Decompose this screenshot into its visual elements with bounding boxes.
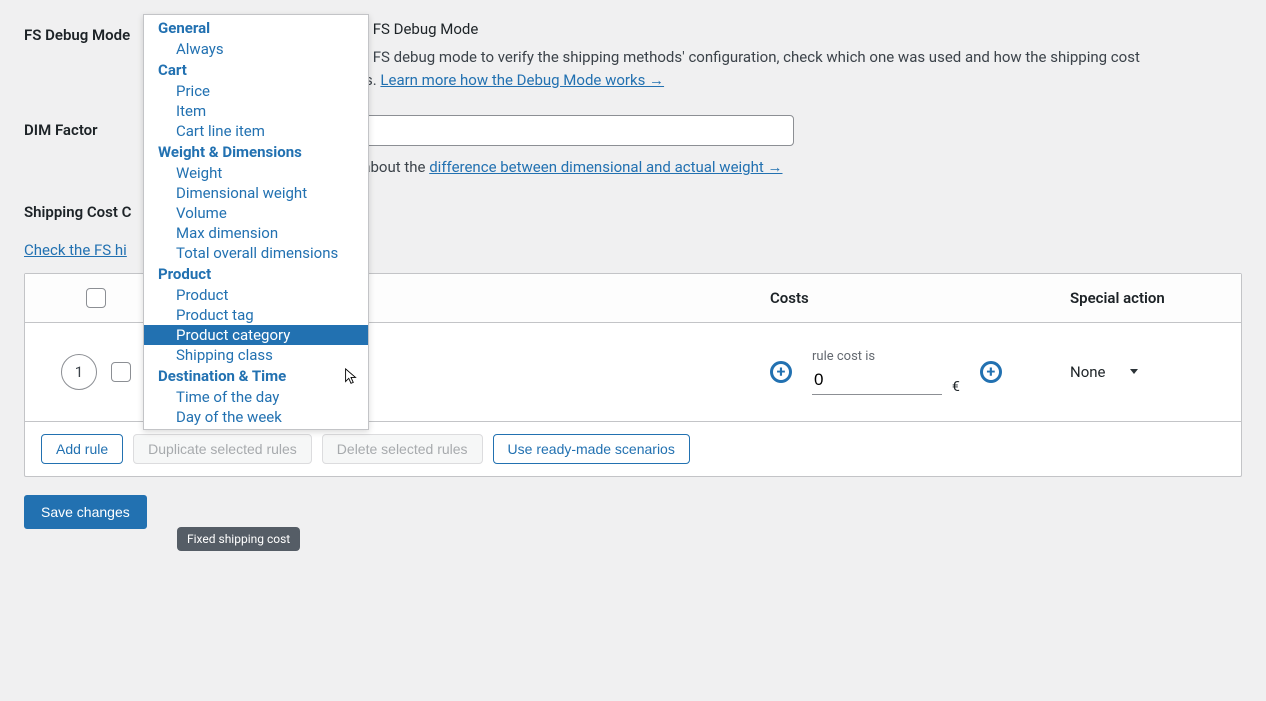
dropdown-group: General — [144, 17, 368, 39]
dim-factor-input[interactable] — [324, 115, 794, 146]
add-rule-button[interactable]: Add rule — [41, 434, 123, 464]
save-changes-button[interactable]: Save changes — [24, 495, 147, 529]
rule-cost-input[interactable] — [812, 366, 942, 395]
fs-debug-help: Enable FS debug mode to verify the shipp… — [324, 46, 1266, 91]
special-action-value: None — [1070, 363, 1106, 381]
dropdown-item[interactable]: Price — [144, 81, 368, 101]
rule-cost-label: rule cost is — [812, 349, 960, 364]
dropdown-item[interactable]: Product tag — [144, 305, 368, 325]
dropdown-item[interactable]: Time of the day — [144, 387, 368, 407]
dropdown-item[interactable]: Item — [144, 101, 368, 121]
chevron-down-icon — [1130, 369, 1138, 374]
condition-dropdown[interactable]: GeneralAlwaysCartPriceItemCart line item… — [143, 14, 369, 430]
delete-rules-button[interactable]: Delete selected rules — [322, 434, 483, 464]
debug-mode-learn-more-link[interactable]: Learn more how the Debug Mode works → — [380, 71, 664, 89]
add-cost-icon[interactable]: + — [980, 361, 1002, 383]
select-all-checkbox[interactable] — [86, 288, 106, 308]
dropdown-item[interactable]: Product category — [144, 325, 368, 345]
dropdown-item[interactable]: Dimensional weight — [144, 183, 368, 203]
fs-debug-help-line1: Enable FS debug mode to verify the shipp… — [324, 48, 1140, 66]
dropdown-group: Weight & Dimensions — [144, 141, 368, 163]
dropdown-group: Cart — [144, 59, 368, 81]
dropdown-item[interactable]: Shipping class — [144, 345, 368, 365]
dropdown-group: Destination & Time — [144, 365, 368, 387]
dropdown-item[interactable]: Max dimension — [144, 223, 368, 243]
fixed-shipping-cost-tooltip: Fixed shipping cost — [177, 527, 300, 551]
header-costs: Costs — [770, 289, 1070, 307]
header-special-action: Special action — [1070, 289, 1225, 307]
dropdown-item[interactable]: Day of the week — [144, 407, 368, 427]
rule-index: 1 — [61, 354, 97, 390]
row-select-checkbox[interactable] — [111, 362, 131, 382]
duplicate-rules-button[interactable]: Duplicate selected rules — [133, 434, 312, 464]
dropdown-item[interactable]: Product — [144, 285, 368, 305]
currency-symbol: € — [952, 379, 960, 395]
dropdown-group: Product — [144, 263, 368, 285]
add-condition-icon[interactable]: + — [770, 361, 792, 383]
dim-factor-help-link[interactable]: difference between dimensional and actua… — [429, 158, 782, 176]
fs-hints-link[interactable]: Check the FS hi — [0, 241, 127, 259]
dropdown-item[interactable]: Volume — [144, 203, 368, 223]
special-action-select[interactable]: None — [1070, 363, 1225, 381]
dropdown-item[interactable]: Cart line item — [144, 121, 368, 141]
dropdown-item[interactable]: Weight — [144, 163, 368, 183]
dropdown-item[interactable]: Total overall dimensions — [144, 243, 368, 263]
use-scenarios-button[interactable]: Use ready-made scenarios — [493, 434, 690, 464]
dropdown-item[interactable]: Always — [144, 39, 368, 59]
